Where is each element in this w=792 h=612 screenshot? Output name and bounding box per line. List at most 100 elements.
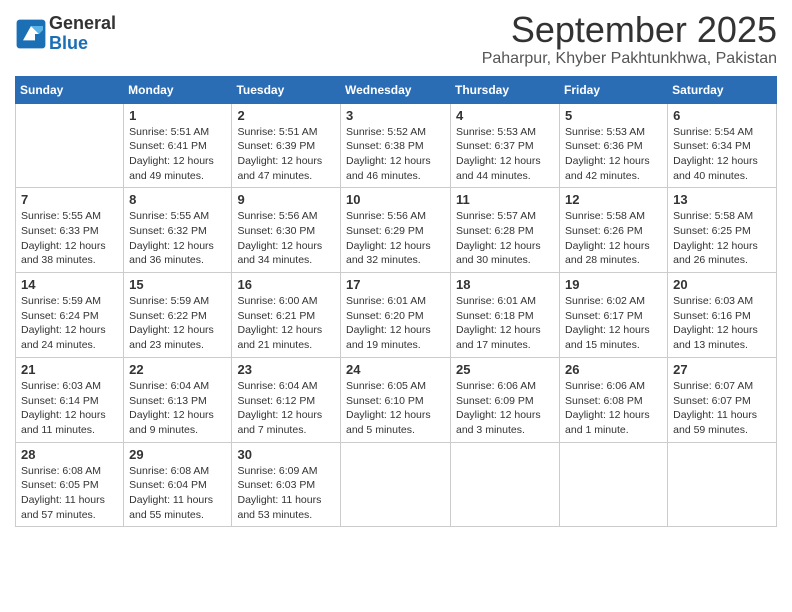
calendar-week-row: 7 Sunrise: 5:55 AM Sunset: 6:33 PM Daylig…: [16, 188, 777, 273]
cell-day-number: 7: [21, 192, 118, 207]
calendar-cell: 2Sunrise: 5:51 AM Sunset: 6:39 PM Daylig…: [232, 103, 341, 188]
calendar-cell: 14Sunrise: 5:59 AM Sunset: 6:24 PM Dayli…: [16, 273, 124, 358]
calendar-cell: 4 Sunrise: 5:53 AM Sunset: 6:37 PM Daylig…: [451, 103, 560, 188]
calendar-cell: 28Sunrise: 6:08 AM Sunset: 6:05 PM Dayli…: [16, 442, 124, 527]
calendar-cell: 24 Sunrise: 6:05 AM Sunset: 6:10 PM Dayli…: [341, 357, 451, 442]
calendar-cell: 30 Sunrise: 6:09 AM Sunset: 6:03 PM Dayli…: [232, 442, 341, 527]
cell-info: Sunrise: 6:01 AM Sunset: 6:20 PM Dayligh…: [346, 294, 445, 353]
cell-day-number: 18: [456, 277, 554, 292]
calendar-cell: 19 Sunrise: 6:02 AM Sunset: 6:17 PM Dayli…: [560, 273, 668, 358]
cell-day-number: 24: [346, 362, 445, 377]
cell-info: Sunrise: 6:07 AM Sunset: 6:07 PM Dayligh…: [673, 379, 771, 438]
calendar-cell: 12 Sunrise: 5:58 AM Sunset: 6:26 PM Dayli…: [560, 188, 668, 273]
logo-line1: General: [49, 14, 116, 34]
cell-info: Sunrise: 5:52 AM Sunset: 6:38 PM Dayligh…: [346, 125, 445, 184]
cell-info: Sunrise: 6:09 AM Sunset: 6:03 PM Dayligh…: [237, 464, 335, 523]
cell-day-number: 8: [129, 192, 226, 207]
calendar-cell: 17Sunrise: 6:01 AM Sunset: 6:20 PM Dayli…: [341, 273, 451, 358]
cell-day-number: 23: [237, 362, 335, 377]
calendar-cell: 23 Sunrise: 6:04 AM Sunset: 6:12 PM Dayli…: [232, 357, 341, 442]
calendar-cell: 13 Sunrise: 5:58 AM Sunset: 6:25 PM Dayli…: [668, 188, 777, 273]
calendar-cell: 8Sunrise: 5:55 AM Sunset: 6:32 PM Daylig…: [124, 188, 232, 273]
cell-info: Sunrise: 6:08 AM Sunset: 6:04 PM Dayligh…: [129, 464, 226, 523]
cell-day-number: 1: [129, 108, 226, 123]
calendar-cell: [560, 442, 668, 527]
cell-day-number: 3: [346, 108, 445, 123]
calendar-cell: [668, 442, 777, 527]
calendar-cell: 25 Sunrise: 6:06 AM Sunset: 6:09 PM Dayli…: [451, 357, 560, 442]
cell-info: Sunrise: 6:03 AM Sunset: 6:14 PM Dayligh…: [21, 379, 118, 438]
location-title: Paharpur, Khyber Pakhtunkhwa, Pakistan: [482, 50, 777, 68]
calendar-cell: 6Sunrise: 5:54 AM Sunset: 6:34 PM Daylig…: [668, 103, 777, 188]
cell-info: Sunrise: 6:02 AM Sunset: 6:17 PM Dayligh…: [565, 294, 662, 353]
calendar-cell: 3 Sunrise: 5:52 AM Sunset: 6:38 PM Daylig…: [341, 103, 451, 188]
calendar-cell: 22 Sunrise: 6:04 AM Sunset: 6:13 PM Dayli…: [124, 357, 232, 442]
logo-line2: Blue: [49, 34, 116, 54]
cell-day-number: 4: [456, 108, 554, 123]
cell-day-number: 12: [565, 192, 662, 207]
logo: General Blue: [15, 14, 116, 54]
calendar-cell: 15 Sunrise: 5:59 AM Sunset: 6:22 PM Dayli…: [124, 273, 232, 358]
cell-day-number: 25: [456, 362, 554, 377]
cell-day-number: 28: [21, 447, 118, 462]
header: General Blue September 2025 Paharpur, Kh…: [15, 10, 777, 68]
title-area: September 2025 Paharpur, Khyber Pakhtunk…: [482, 10, 777, 68]
cell-day-number: 2: [237, 108, 335, 123]
calendar-cell: 11Sunrise: 5:57 AM Sunset: 6:28 PM Dayli…: [451, 188, 560, 273]
cell-day-number: 26: [565, 362, 662, 377]
cell-day-number: 19: [565, 277, 662, 292]
calendar-cell: 20Sunrise: 6:03 AM Sunset: 6:16 PM Dayli…: [668, 273, 777, 358]
cell-info: Sunrise: 6:05 AM Sunset: 6:10 PM Dayligh…: [346, 379, 445, 438]
cell-info: Sunrise: 5:53 AM Sunset: 6:37 PM Dayligh…: [456, 125, 554, 184]
calendar-cell: 18 Sunrise: 6:01 AM Sunset: 6:18 PM Dayli…: [451, 273, 560, 358]
calendar-cell: 27 Sunrise: 6:07 AM Sunset: 6:07 PM Dayli…: [668, 357, 777, 442]
calendar-week-row: 14Sunrise: 5:59 AM Sunset: 6:24 PM Dayli…: [16, 273, 777, 358]
cell-day-number: 15: [129, 277, 226, 292]
cell-day-number: 27: [673, 362, 771, 377]
col-header-saturday: Saturday: [668, 76, 777, 103]
calendar-cell: 7 Sunrise: 5:55 AM Sunset: 6:33 PM Daylig…: [16, 188, 124, 273]
cell-day-number: 6: [673, 108, 771, 123]
cell-day-number: 20: [673, 277, 771, 292]
cell-info: Sunrise: 5:51 AM Sunset: 6:41 PM Dayligh…: [129, 125, 226, 184]
cell-day-number: 9: [237, 192, 335, 207]
cell-day-number: 14: [21, 277, 118, 292]
calendar-cell: 9 Sunrise: 5:56 AM Sunset: 6:30 PM Daylig…: [232, 188, 341, 273]
cell-info: Sunrise: 5:58 AM Sunset: 6:25 PM Dayligh…: [673, 209, 771, 268]
calendar-cell: 10 Sunrise: 5:56 AM Sunset: 6:29 PM Dayli…: [341, 188, 451, 273]
calendar-week-row: 28Sunrise: 6:08 AM Sunset: 6:05 PM Dayli…: [16, 442, 777, 527]
cell-info: Sunrise: 5:56 AM Sunset: 6:29 PM Dayligh…: [346, 209, 445, 268]
calendar-cell: 5Sunrise: 5:53 AM Sunset: 6:36 PM Daylig…: [560, 103, 668, 188]
cell-info: Sunrise: 6:00 AM Sunset: 6:21 PM Dayligh…: [237, 294, 335, 353]
calendar-cell: 1 Sunrise: 5:51 AM Sunset: 6:41 PM Daylig…: [124, 103, 232, 188]
cell-info: Sunrise: 6:04 AM Sunset: 6:12 PM Dayligh…: [237, 379, 335, 438]
cell-info: Sunrise: 6:06 AM Sunset: 6:08 PM Dayligh…: [565, 379, 662, 438]
col-header-friday: Friday: [560, 76, 668, 103]
month-title: September 2025: [482, 10, 777, 50]
calendar-cell: [341, 442, 451, 527]
cell-day-number: 22: [129, 362, 226, 377]
cell-info: Sunrise: 5:55 AM Sunset: 6:33 PM Dayligh…: [21, 209, 118, 268]
calendar-week-row: 1 Sunrise: 5:51 AM Sunset: 6:41 PM Daylig…: [16, 103, 777, 188]
cell-day-number: 29: [129, 447, 226, 462]
cell-info: Sunrise: 5:59 AM Sunset: 6:22 PM Dayligh…: [129, 294, 226, 353]
col-header-thursday: Thursday: [451, 76, 560, 103]
col-header-monday: Monday: [124, 76, 232, 103]
calendar-cell: 16 Sunrise: 6:00 AM Sunset: 6:21 PM Dayli…: [232, 273, 341, 358]
col-header-wednesday: Wednesday: [341, 76, 451, 103]
cell-info: Sunrise: 6:04 AM Sunset: 6:13 PM Dayligh…: [129, 379, 226, 438]
cell-day-number: 13: [673, 192, 771, 207]
cell-info: Sunrise: 5:58 AM Sunset: 6:26 PM Dayligh…: [565, 209, 662, 268]
cell-day-number: 10: [346, 192, 445, 207]
calendar-header-row: SundayMondayTuesdayWednesdayThursdayFrid…: [16, 76, 777, 103]
cell-info: Sunrise: 6:06 AM Sunset: 6:09 PM Dayligh…: [456, 379, 554, 438]
cell-info: Sunrise: 6:01 AM Sunset: 6:18 PM Dayligh…: [456, 294, 554, 353]
col-header-sunday: Sunday: [16, 76, 124, 103]
calendar-cell: 26 Sunrise: 6:06 AM Sunset: 6:08 PM Dayli…: [560, 357, 668, 442]
cell-info: Sunrise: 5:56 AM Sunset: 6:30 PM Dayligh…: [237, 209, 335, 268]
cell-day-number: 11: [456, 192, 554, 207]
calendar-cell: [451, 442, 560, 527]
cell-day-number: 30: [237, 447, 335, 462]
cell-day-number: 16: [237, 277, 335, 292]
calendar-cell: [16, 103, 124, 188]
